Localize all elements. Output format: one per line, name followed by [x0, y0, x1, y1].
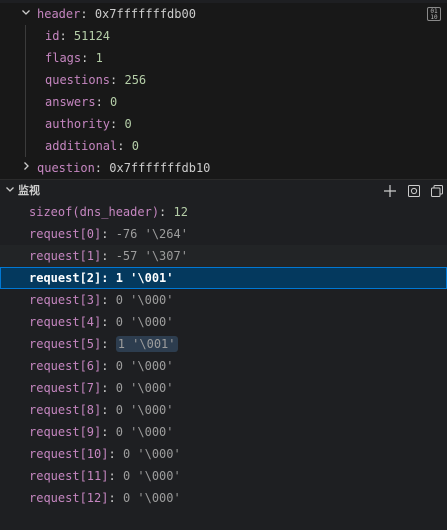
watch-item-row[interactable]: request[3]: 0 '\000'	[0, 289, 447, 311]
field-key: answers	[45, 95, 96, 109]
field-key: questions	[45, 73, 111, 87]
view-binary-data-icon[interactable]: 01 10	[427, 7, 441, 21]
indent-guide	[25, 69, 26, 91]
watch-item-row[interactable]: request[5]: 1 '\001'	[0, 333, 447, 355]
watch-expression: request[7]	[29, 381, 102, 395]
watch-expression: request[9]	[29, 425, 102, 439]
watch-item-row[interactable]: request[7]: 0 '\000'	[0, 377, 447, 399]
field-key: authority	[45, 117, 111, 131]
watch-expression: request[2]	[29, 271, 102, 285]
watch-item-row[interactable]: sizeof(dns_header): 12	[0, 201, 447, 223]
watch-item-row[interactable]: request[6]: 0 '\000'	[0, 355, 447, 377]
watch-item-row-selected[interactable]: request[2]: 1 '\001'	[0, 267, 447, 289]
indent-guide	[25, 113, 26, 135]
field-value: 0	[110, 95, 118, 109]
indent-guide	[25, 135, 26, 157]
watch-value: 0 '\000'	[115, 425, 174, 439]
watch-expression: request[4]	[29, 315, 102, 329]
field-key: flags	[45, 51, 82, 65]
watch-value: 0 '\000'	[122, 447, 181, 461]
watch-expression: request[8]	[29, 403, 102, 417]
watch-value: 12	[173, 205, 188, 219]
field-value: 256	[124, 73, 147, 87]
watch-expression: request[5]	[29, 337, 102, 351]
variable-field-row[interactable]: additional: 0	[0, 135, 447, 157]
watch-value: 1 '\001'	[115, 271, 174, 285]
field-value: 51124	[73, 29, 111, 43]
watch-expression: request[1]	[29, 249, 102, 263]
field-value: 0	[124, 117, 132, 131]
variable-field-row[interactable]: questions: 256	[0, 69, 447, 91]
watch-item-row[interactable]: request[11]: 0 '\000'	[0, 465, 447, 487]
watch-value-changed: 1 '\001'	[115, 336, 178, 352]
chevron-down-icon[interactable]	[2, 180, 18, 202]
watch-value: -57 '\307'	[115, 249, 188, 263]
watch-expression: request[10]	[29, 447, 109, 461]
variable-value: 0x7fffffffdb10	[109, 161, 211, 175]
variable-field-row[interactable]: authority: 0	[0, 113, 447, 135]
watch-expression: sizeof(dns_header)	[29, 205, 160, 219]
watch-expression: request[11]	[29, 469, 109, 483]
variable-value: 0x7fffffffdb00	[94, 7, 196, 21]
watch-value: 0 '\000'	[115, 403, 174, 417]
variable-name: header	[37, 7, 81, 21]
watch-item-row[interactable]: request[1]: -57 '\307'	[0, 245, 447, 267]
watch-value: 0 '\000'	[115, 359, 174, 373]
field-value: 0	[131, 139, 139, 153]
field-key: additional	[45, 139, 118, 153]
watch-value: -76 '\264'	[115, 227, 188, 241]
watch-value: 0 '\000'	[115, 381, 174, 395]
add-expression-icon[interactable]	[382, 183, 398, 199]
watch-expression: request[6]	[29, 359, 102, 373]
watch-title: 监视	[18, 184, 40, 197]
watch-item-row[interactable]: request[4]: 0 '\000'	[0, 311, 447, 333]
watch-value: 0 '\000'	[122, 469, 181, 483]
indent-guide	[25, 91, 26, 113]
watch-value: 0 '\000'	[122, 491, 181, 505]
refresh-icon[interactable]	[406, 183, 422, 199]
chevron-right-icon[interactable]	[18, 157, 34, 179]
watch-item-row[interactable]: request[12]: 0 '\000'	[0, 487, 447, 509]
variable-name: question	[37, 161, 95, 175]
watch-item-row[interactable]: request[0]: -76 '\264'	[0, 223, 447, 245]
variable-field-row[interactable]: answers: 0	[0, 91, 447, 113]
indent-guide	[25, 25, 26, 47]
watch-item-row[interactable]: request[9]: 0 '\000'	[0, 421, 447, 443]
watch-section-header[interactable]: 监视	[0, 179, 447, 202]
variable-field-row[interactable]: flags: 1	[0, 47, 447, 69]
watch-expression: request[12]	[29, 491, 109, 505]
watch-expression: request[3]	[29, 293, 102, 307]
watch-item-row[interactable]: request[8]: 0 '\000'	[0, 399, 447, 421]
watch-value: 0 '\000'	[115, 315, 174, 329]
variable-question-row[interactable]: question: 0x7fffffffdb10	[0, 157, 447, 179]
variable-field-row[interactable]: id: 51124	[0, 25, 447, 47]
indent-guide	[25, 47, 26, 69]
chevron-down-icon[interactable]	[18, 3, 34, 25]
field-value: 1	[95, 51, 103, 65]
watch-item-row[interactable]: request[10]: 0 '\000'	[0, 443, 447, 465]
field-key: id	[45, 29, 60, 43]
watch-expression: request[0]	[29, 227, 102, 241]
collapse-all-icon[interactable]	[429, 183, 445, 199]
variable-header-row[interactable]: header: 0x7fffffffdb00 01 10	[0, 3, 447, 25]
watch-value: 0 '\000'	[115, 293, 174, 307]
